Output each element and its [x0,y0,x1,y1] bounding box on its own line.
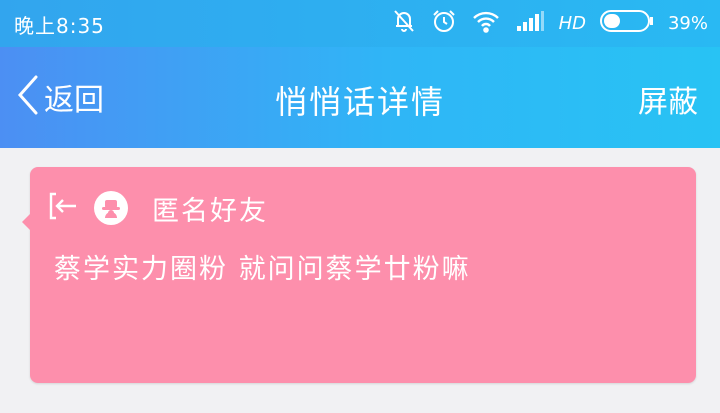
block-button[interactable]: 屏蔽 [638,77,698,121]
status-bar: 晚上8:35 HD 39% [0,0,720,47]
battery-percent: 39% [667,12,708,34]
network-type: HD [558,12,586,34]
mute-bell-icon [391,8,417,39]
wifi-icon [471,9,501,38]
page-title: 悄悄话详情 [274,83,445,121]
battery-icon [599,9,654,38]
exit-icon[interactable] [48,190,80,226]
sender-name: 匿名好友 [152,195,268,227]
whisper-card: 匿名好友 蔡学实力圈粉 就问问蔡学廿粉嘛 [22,167,696,383]
card-tail [22,213,31,231]
status-icons: HD 39% [391,7,708,39]
card-header: 匿名好友 [48,189,268,227]
anonymous-avatar-icon [94,191,128,225]
nav-bar: 返回 悄悄话详情 屏蔽 [0,47,720,148]
signal-icon [515,10,545,37]
alarm-clock-icon [431,8,457,39]
message-text: 蔡学实力圈粉 就问问蔡学廿粉嘛 [54,254,471,285]
status-time: 晚上8:35 [14,14,105,38]
